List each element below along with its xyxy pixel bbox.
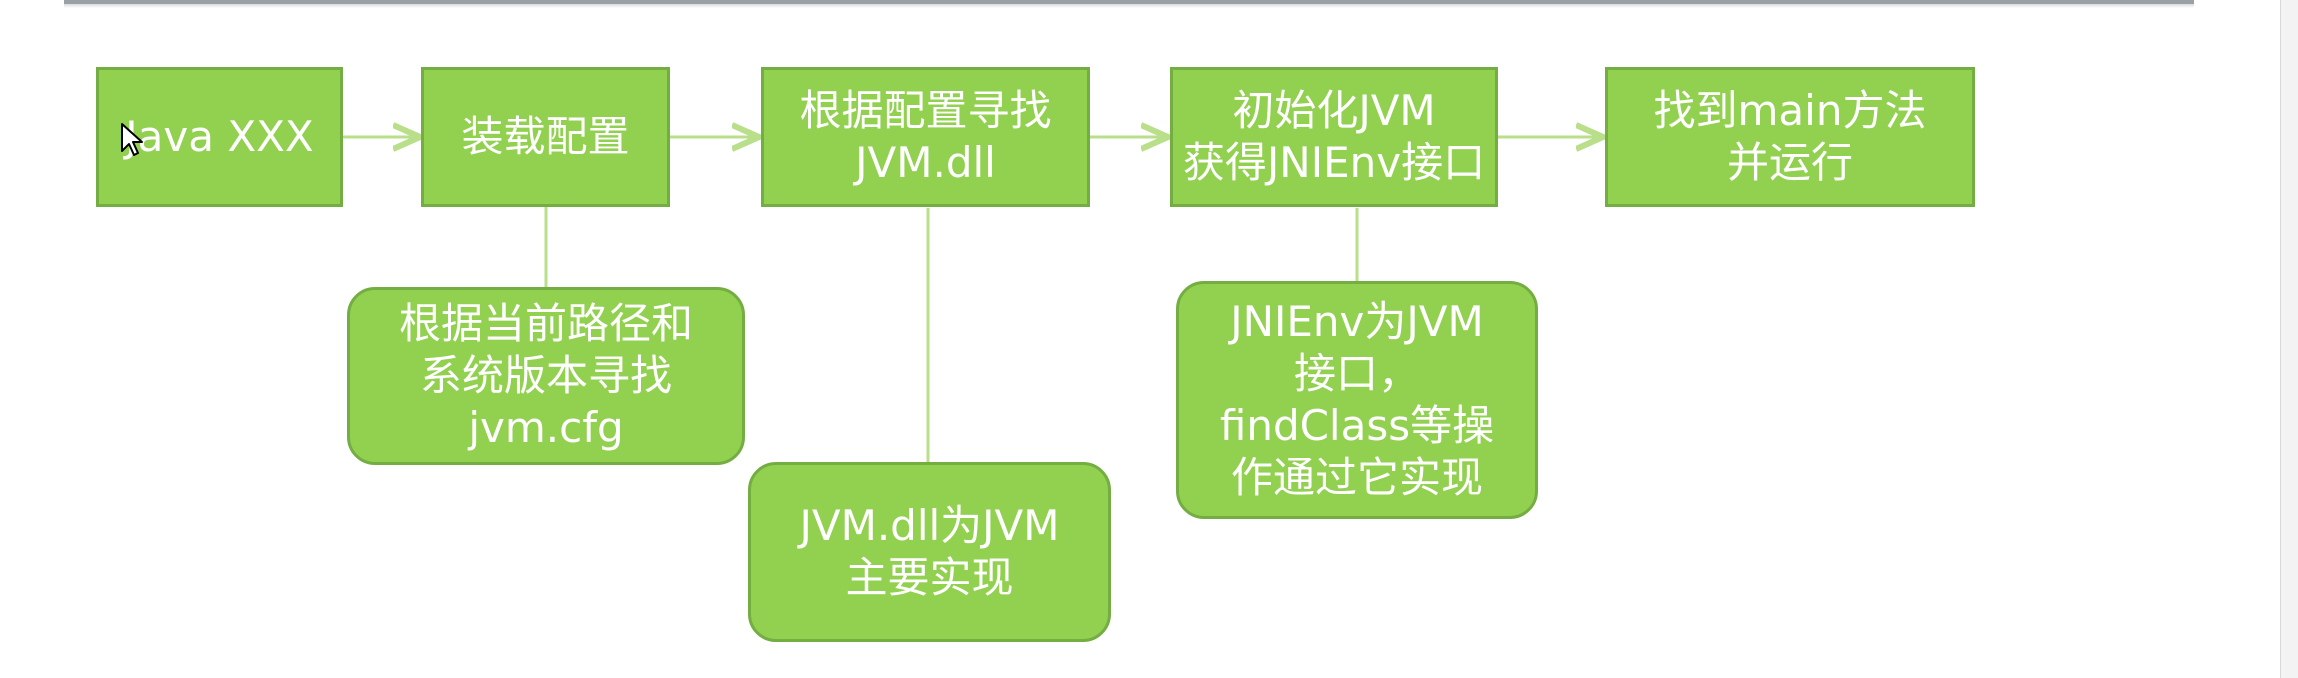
note-config-search: 根据当前路径和 系统版本寻找 jvm.cfg bbox=[347, 287, 745, 465]
jvm-startup-flow-diagram: Java XXX 装载配置 根据配置寻找 JVM.dll 初始化JVM 获得JN… bbox=[0, 0, 2298, 678]
note-jnienv-interface: JNIEnv为JVM 接口， findClass等操 作通过它实现 bbox=[1176, 281, 1538, 519]
step-find-jvm-dll: 根据配置寻找 JVM.dll bbox=[761, 67, 1090, 207]
note-jvm-dll-implementation: JVM.dll为JVM 主要实现 bbox=[748, 462, 1111, 642]
mouse-pointer-icon bbox=[121, 123, 143, 156]
step-load-config: 装载配置 bbox=[421, 67, 670, 207]
step-init-jvm: 初始化JVM 获得JNIEnv接口 bbox=[1170, 67, 1498, 207]
step-find-main-method: 找到main方法 并运行 bbox=[1605, 67, 1975, 207]
